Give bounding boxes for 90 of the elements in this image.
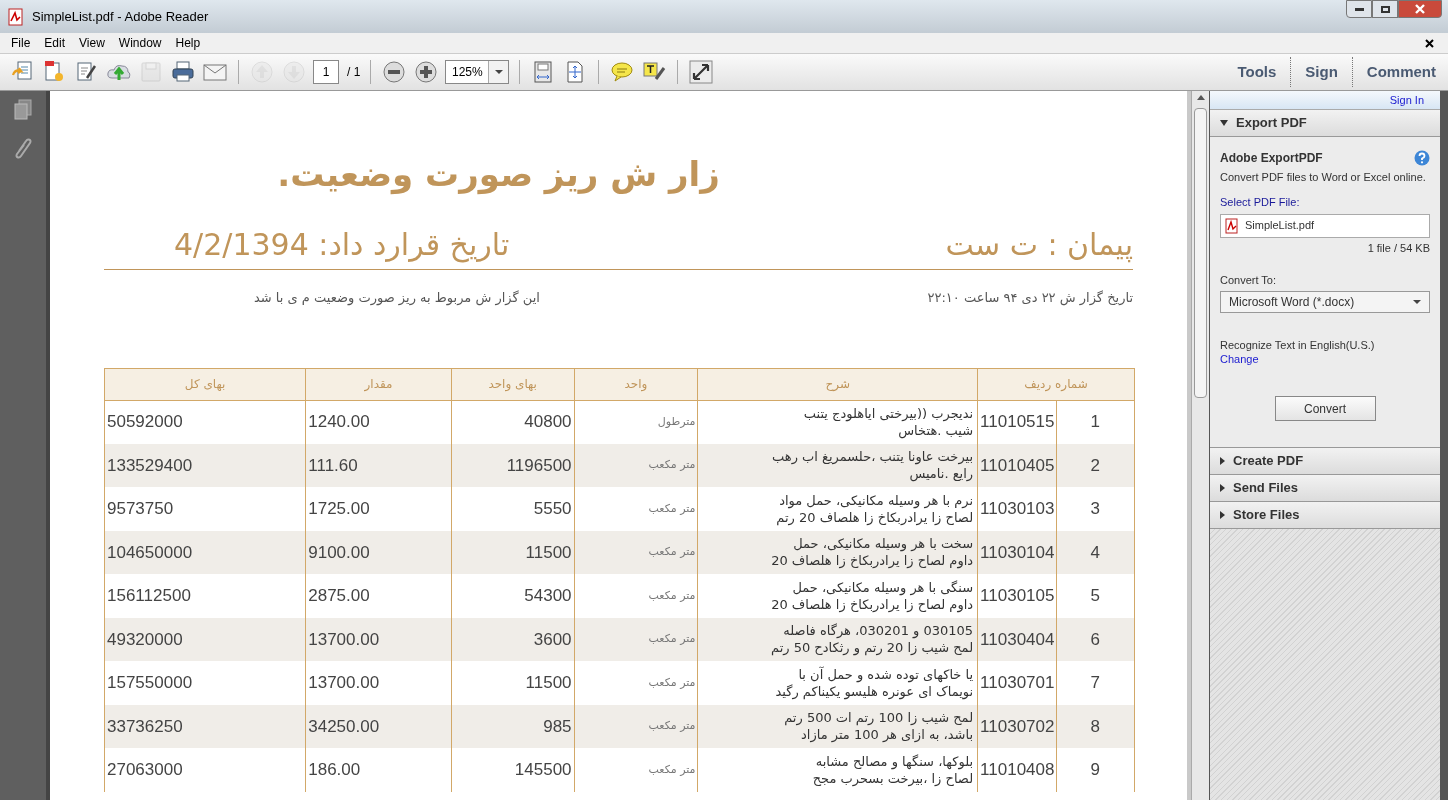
scrollbar-thumb[interactable] [1194,108,1207,398]
table-cell: 11030105 [977,574,1057,618]
table-cell: 3 [1056,487,1135,531]
menu-item[interactable]: Window [111,34,169,52]
table-cell: 157550000 [104,661,306,705]
report-date: تاریخ گزار ش ۲۲ دی ۹۴ ساعت ۲۲:۱۰ [927,289,1133,308]
zoom-dropdown[interactable]: 125% [445,60,510,84]
panel-section-header[interactable]: Create PDF [1210,448,1440,475]
table-cell: یا خاکهای توده شده و حمل آن با نویماک ای عونره هلیسو یکیناکم رگید [697,661,978,705]
table-cell: سنگی با هر وسیله مکانیکی، حمل داوم لصاح زا یرادربکاخ زا هلصاف 20 [697,574,978,618]
scroll-up-icon[interactable] [1196,95,1205,100]
page-total: / 1 [347,64,361,81]
table-cell: نرم با هر وسیله مکانیکی، حمل مواد لصاح زا یرادربکاخ زا هلصاف 20 رتم [697,487,978,531]
minimize-button[interactable] [1346,0,1372,18]
comment-icon[interactable] [609,59,636,85]
table-cell: متر مکعب [574,487,698,531]
file-field[interactable]: SimpleList.pdf [1220,213,1430,238]
convert-to-label: Convert To: [1220,273,1278,288]
table-cell: 11010515 [977,400,1057,444]
table-cell: 40800 [451,400,575,444]
column-header: شرح [697,368,978,400]
pane-tab[interactable]: Comment [1366,60,1436,84]
close-button[interactable] [1398,0,1442,18]
table-cell: 156112500 [104,574,306,618]
pdf-file-icon [1225,217,1239,234]
table-cell: 13700.00 [305,661,452,705]
sign-in-link[interactable]: Sign In [1389,91,1424,109]
format-dropdown[interactable]: Microsoft Word (*.docx) [1220,290,1430,313]
help-icon[interactable] [1414,150,1430,166]
table-cell: 1725.00 [305,487,452,531]
zoom-in-icon[interactable] [413,59,440,85]
column-header: مقدار [305,368,452,400]
table-cell: 186.00 [305,748,452,792]
change-link[interactable]: Change [1220,353,1259,365]
table-cell: متر مکعب [574,661,698,705]
column-header: شماره ردیف [977,368,1135,400]
menu-item[interactable]: View [72,34,112,52]
menu-item[interactable]: File [4,34,38,52]
table-cell: 5 [1056,574,1135,618]
menu-item[interactable]: Help [168,34,208,52]
report-title: زار ش ریز صورت وضعیت. [277,153,720,197]
convert-button[interactable]: Convert [1274,396,1376,421]
table-cell: 50592000 [104,400,306,444]
zoom-out-icon[interactable] [381,59,408,85]
table-cell: 1240.00 [305,400,452,444]
window-title: SimpleList.pdf - Adobe Reader [32,7,209,26]
close-document-icon[interactable] [1425,38,1434,48]
column-header: واحد [574,368,698,400]
table-cell: 9573750 [104,487,306,531]
panel-section-header[interactable]: Export PDF [1210,110,1440,137]
pane-tab[interactable]: Tools [1237,60,1277,84]
report-note: این گزار ش مربوط به ریز صورت وضعیت م ی با شد [253,289,540,308]
file-info: 1 file / 54 KB [1367,240,1430,256]
pdf-file-icon [8,7,24,26]
table-cell: 2875.00 [305,574,452,618]
table-cell: 1 [1056,400,1135,444]
panel-section-header[interactable]: Store Files [1210,502,1440,529]
pages-icon[interactable] [13,99,33,121]
panel-section-header[interactable]: Send Files [1210,475,1440,502]
table-cell: 11010408 [977,748,1057,792]
table-cell: 5550 [451,487,575,531]
pane-tab[interactable]: Sign [1305,60,1338,84]
close-icon[interactable] [1414,4,1426,14]
table-cell: مترطول [574,400,698,444]
full-screen-icon[interactable] [688,59,715,85]
table-cell: 11500 [451,661,575,705]
table-cell: متر مکعب [574,574,698,618]
paperclip-icon[interactable] [13,137,33,161]
table-cell: 54300 [451,574,575,618]
table-cell: 7 [1056,661,1135,705]
table-cell: 27063000 [104,748,306,792]
page-number-field[interactable]: 1 [313,60,339,84]
column-header: بهای کل [104,368,306,400]
table-cell: 11030103 [977,487,1057,531]
export-description: Convert PDF files to Word or Excel online. [1220,171,1427,184]
print-icon[interactable] [170,59,196,85]
table-cell: متر مکعب [574,748,698,792]
table-cell: ندیجرب ((بیرختی ایاهلودج یتنب شیب .هتخاس [697,400,978,444]
contract-label: پیمان : ت ست [945,226,1133,265]
select-file-label: Select PDF File: [1220,195,1301,210]
menu-item[interactable]: Edit [37,34,73,52]
column-header: بهای واحد [451,368,575,400]
table-cell: 145500 [451,748,575,792]
table-cell: بلوکها، سنگها و مصالح مشابه لصاح زا ،بیرخت بسحرب مجح [697,748,978,792]
maximize-button[interactable] [1372,0,1398,18]
recognize-text-label: Recognize Text in English(U.S.) [1220,337,1376,353]
export-heading: Adobe ExportPDF [1220,150,1323,167]
table-cell: 11030701 [977,661,1057,705]
table-cell: 9 [1056,748,1135,792]
contract-date: تاریخ قرارد داد: 4/2/1394 [173,226,510,265]
